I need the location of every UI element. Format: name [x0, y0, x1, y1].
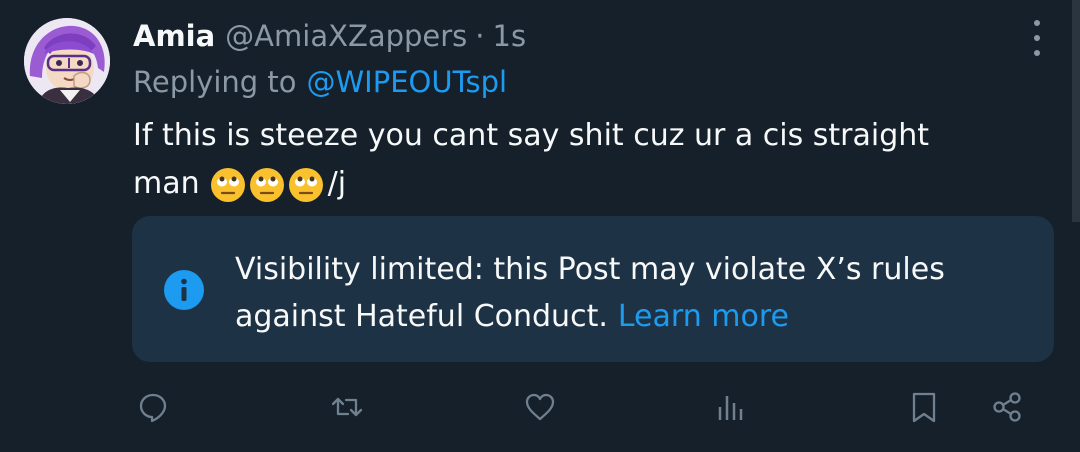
post-text: If this is steeze you cant say shit cuz … — [133, 112, 1013, 208]
visibility-notice: Visibility limited: this Post may violat… — [132, 216, 1054, 362]
notice-text: Visibility limited: this Post may violat… — [235, 246, 1035, 340]
repost-icon — [331, 397, 363, 417]
replying-to-label: Replying to — [133, 65, 297, 99]
views-button[interactable] — [704, 380, 758, 434]
reply-icon — [139, 393, 167, 423]
views-icon — [718, 396, 743, 420]
display-name[interactable]: Amia — [133, 19, 215, 53]
notice-line-2-text: against Hateful Conduct. — [235, 299, 608, 334]
avatar[interactable] — [24, 18, 110, 104]
post-text-word: man — [133, 166, 200, 201]
handle[interactable]: @AmiaXZappers — [225, 19, 467, 53]
post-header: Amia @AmiaXZappers · 1s — [133, 14, 526, 58]
notice-line-2: against Hateful Conduct. Learn more — [235, 293, 1035, 340]
scrollbar[interactable] — [1072, 0, 1080, 222]
post: Amia @AmiaXZappers · 1s Replying to @WIP… — [0, 0, 1080, 452]
reply-mention-link[interactable]: @WIPEOUTspl — [307, 65, 508, 99]
bookmark-button[interactable] — [897, 380, 951, 434]
bookmark-icon — [912, 392, 936, 423]
eye-roll-emojis — [210, 167, 324, 203]
reply-button[interactable] — [126, 380, 180, 434]
share-icon — [993, 392, 1021, 422]
replying-to: Replying to @WIPEOUTspl — [133, 60, 507, 104]
eye-roll-emoji-icon — [210, 167, 245, 202]
post-text-suffix: /j — [327, 166, 347, 201]
post-text-line-1: If this is steeze you cant say shit cuz … — [133, 118, 930, 153]
more-options-icon[interactable] — [1024, 20, 1050, 56]
action-bar — [0, 380, 1080, 434]
separator-dot: · — [475, 19, 485, 53]
like-icon — [525, 393, 555, 421]
avatar-image — [24, 18, 110, 104]
timestamp[interactable]: 1s — [493, 19, 527, 53]
learn-more-link[interactable]: Learn more — [618, 299, 789, 334]
notice-line-1: Visibility limited: this Post may violat… — [235, 252, 945, 287]
info-icon — [164, 270, 204, 310]
share-button[interactable] — [980, 380, 1034, 434]
eye-roll-emoji-icon — [288, 167, 323, 202]
post-text-line-2: man /j — [133, 160, 1013, 208]
repost-button[interactable] — [320, 380, 374, 434]
like-button[interactable] — [513, 380, 567, 434]
eye-roll-emoji-icon — [249, 167, 284, 202]
